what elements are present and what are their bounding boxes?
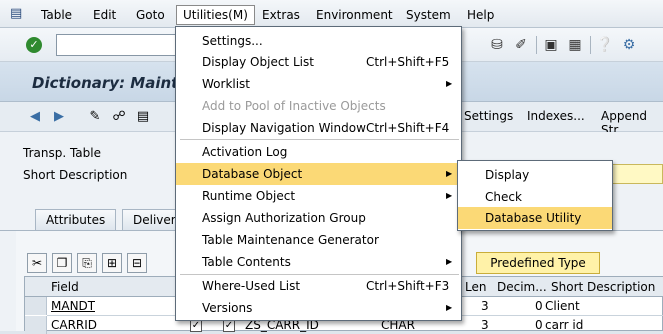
predefined-type-button[interactable]: Predefined Type — [476, 252, 600, 274]
short-description-label: Short Description — [23, 168, 128, 182]
menu-item-label: Settings... — [202, 34, 263, 48]
toolbar-separator — [590, 36, 591, 54]
forward-arrow-icon[interactable]: ▶ — [50, 108, 68, 126]
menu-item-table-contents[interactable]: Table Contents ▶ — [176, 251, 461, 273]
table-cell-field[interactable]: MANDT — [51, 299, 95, 313]
shortcut-icon[interactable]: ▦ — [566, 36, 584, 54]
activate-icon[interactable]: ▤ — [134, 108, 152, 126]
table-cell-description: Client — [545, 299, 580, 313]
submenu-item-check[interactable]: Check — [458, 186, 612, 208]
menu-item-database-object[interactable]: Database Object ▶ — [176, 163, 461, 185]
table-cell-field[interactable]: CARRID — [51, 318, 97, 332]
display-change-icon[interactable]: ✎ — [86, 108, 104, 126]
submenu-item-label: Database Utility — [485, 211, 582, 225]
column-header-decimals[interactable]: Decim... — [497, 280, 547, 294]
table-cell-length: 3 — [481, 299, 489, 313]
tab-attributes[interactable]: Attributes — [35, 209, 117, 231]
submenu-item-label: Display — [485, 168, 530, 182]
menu-goto[interactable]: Goto — [136, 7, 165, 23]
first-page-icon[interactable]: ✐ — [512, 36, 530, 54]
customize-layout-icon[interactable]: ⚙ — [620, 36, 638, 54]
column-header-length[interactable]: Length — [465, 280, 487, 294]
toolbar-separator — [536, 36, 537, 54]
enter-check-icon[interactable]: ✓ — [26, 37, 42, 53]
row-selector[interactable] — [25, 316, 47, 334]
menu-extras[interactable]: Extras — [262, 7, 300, 23]
copy-icon[interactable]: ❐ — [52, 253, 72, 273]
submenu-arrow-icon: ▶ — [446, 257, 453, 266]
menu-item-label: Activation Log — [202, 145, 288, 159]
table-cell-description: carr id — [545, 318, 584, 332]
menu-item-worklist[interactable]: Worklist ▶ — [176, 73, 461, 95]
submenu-item-label: Check — [485, 190, 522, 204]
short-description-field[interactable] — [612, 164, 663, 184]
submenu-arrow-icon: ▶ — [446, 169, 453, 178]
menu-item-label: Assign Authorization Group — [202, 211, 366, 225]
back-arrow-icon[interactable]: ◀ — [26, 108, 44, 126]
utilities-dropdown-menu: Settings... Display Object List Ctrl+Shi… — [175, 26, 462, 321]
page-title: Dictionary: Maint — [32, 74, 179, 92]
find-next-icon[interactable]: ⛁ — [488, 36, 506, 54]
table-cell-decimals: 0 — [535, 318, 543, 332]
menu-environment[interactable]: Environment — [316, 7, 393, 23]
table-cell-length: 3 — [481, 318, 489, 332]
menu-item-label: Database Object — [202, 167, 303, 181]
menu-item-display-navigation-window[interactable]: Display Navigation Window Ctrl+Shift+F4 — [176, 117, 461, 139]
table-cell-decimals: 0 — [535, 299, 543, 313]
database-object-submenu: Display Check Database Utility — [457, 160, 613, 231]
menu-item-activation-log[interactable]: Activation Log — [176, 141, 461, 163]
menu-item-label: Display Navigation Window — [202, 121, 366, 135]
menu-item-where-used-list[interactable]: Where-Used List Ctrl+Shift+F3 — [176, 275, 461, 297]
help-icon[interactable]: ❔ — [596, 36, 614, 54]
menu-item-label: Table Maintenance Generator — [202, 233, 379, 247]
submenu-arrow-icon: ▶ — [446, 303, 453, 312]
menu-item-label: Where-Used List — [202, 279, 301, 293]
menu-system[interactable]: System — [406, 7, 451, 23]
paste-icon[interactable]: ⎘ — [77, 253, 97, 273]
menu-item-label: Runtime Object — [202, 189, 296, 203]
menu-item-label: Display Object List — [202, 55, 314, 69]
key-checkbox[interactable]: ✓ — [190, 320, 202, 332]
transp-table-label: Transp. Table — [23, 146, 101, 160]
row-selector[interactable] — [25, 297, 47, 315]
submenu-arrow-icon: ▶ — [446, 191, 453, 200]
menu-item-label: Add to Pool of Inactive Objects — [202, 99, 386, 113]
indexes-button[interactable]: Indexes... — [527, 109, 585, 123]
submenu-item-database-utility[interactable]: Database Utility — [458, 207, 612, 229]
other-object-icon[interactable]: ☍ — [110, 108, 128, 126]
insert-row-icon[interactable]: ⊞ — [102, 253, 122, 273]
menu-separator — [180, 139, 459, 140]
create-session-icon[interactable]: ▣ — [542, 36, 560, 54]
menu-item-add-to-pool: Add to Pool of Inactive Objects — [176, 95, 461, 117]
sap-menu-icon[interactable]: ▤ — [10, 7, 26, 21]
menu-bar: ▤ Table Edit Goto Utilities(M) Extras En… — [0, 0, 663, 28]
column-header-short-description[interactable]: Short Description — [551, 280, 655, 294]
menu-item-display-object-list[interactable]: Display Object List Ctrl+Shift+F5 — [176, 51, 461, 73]
submenu-arrow-icon: ▶ — [446, 79, 453, 88]
menu-item-versions[interactable]: Versions ▶ — [176, 297, 461, 319]
delete-row-icon[interactable]: ⊟ — [127, 253, 147, 273]
technical-settings-button[interactable]: Settings — [464, 109, 513, 123]
cut-icon[interactable]: ✂ — [27, 253, 47, 273]
menu-edit[interactable]: Edit — [93, 7, 116, 23]
menu-item-label: Versions — [202, 301, 253, 315]
menu-item-label: Worklist — [202, 77, 251, 91]
menu-item-shortcut: Ctrl+Shift+F4 — [366, 121, 450, 135]
menu-item-shortcut: Ctrl+Shift+F5 — [366, 55, 450, 69]
menu-table[interactable]: Table — [41, 7, 72, 23]
menu-help[interactable]: Help — [467, 7, 494, 23]
menu-item-label: Table Contents — [202, 255, 291, 269]
submenu-item-display[interactable]: Display — [458, 164, 612, 186]
command-field[interactable] — [56, 34, 176, 56]
menu-utilities[interactable]: Utilities(M) — [176, 5, 255, 25]
menu-item-assign-authorization-group[interactable]: Assign Authorization Group — [176, 207, 461, 229]
initial-values-checkbox[interactable]: ✓ — [223, 320, 235, 332]
menu-item-table-maintenance-generator[interactable]: Table Maintenance Generator — [176, 229, 461, 251]
menu-item-shortcut: Ctrl+Shift+F3 — [366, 279, 450, 293]
menu-item-settings[interactable]: Settings... — [176, 30, 461, 52]
column-header-field[interactable]: Field — [51, 280, 79, 294]
menu-item-runtime-object[interactable]: Runtime Object ▶ — [176, 185, 461, 207]
